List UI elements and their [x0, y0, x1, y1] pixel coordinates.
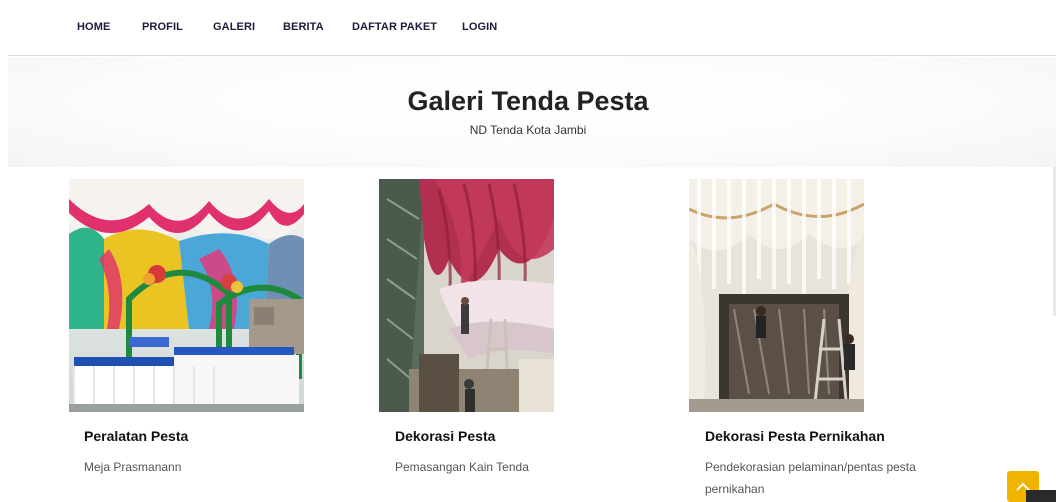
- nav-daftar-paket[interactable]: DAFTAR PAKET: [352, 21, 437, 33]
- corner-overlay: [1026, 490, 1056, 502]
- gallery-image-dekorasi-pesta-pernikahan[interactable]: [689, 179, 864, 412]
- nav-profil[interactable]: PROFIL: [142, 21, 183, 33]
- nav-login[interactable]: LOGIN: [462, 21, 497, 33]
- gallery-title-dekorasi-pesta-pernikahan: Dekorasi Pesta Pernikahan: [705, 428, 885, 444]
- nav-home[interactable]: HOME: [77, 21, 110, 33]
- gallery-title-dekorasi-pesta: Dekorasi Pesta: [395, 428, 496, 444]
- gallery-image-dekorasi-pesta[interactable]: [379, 179, 554, 412]
- page-subtitle: ND Tenda Kota Jambi: [469, 123, 587, 137]
- gallery-desc-dekorasi-pesta-pernikahan: Pendekorasian pelaminan/pentas pesta per…: [705, 460, 916, 496]
- gallery-image-peralatan-pesta[interactable]: [69, 179, 304, 412]
- gallery-desc-peralatan-pesta: Meja Prasmanann: [84, 460, 182, 474]
- navbar: HOME PROFIL GALERI BERITA DAFTAR PAKET L…: [8, 0, 1056, 56]
- page-title: Galeri Tenda Pesta: [407, 86, 649, 116]
- nav-galeri[interactable]: GALERI: [213, 21, 255, 33]
- gallery-desc-dekorasi-pesta: Pemasangan Kain Tenda: [395, 460, 529, 474]
- nav-berita[interactable]: BERITA: [283, 21, 324, 33]
- gallery-title-peralatan-pesta: Peralatan Pesta: [84, 428, 189, 444]
